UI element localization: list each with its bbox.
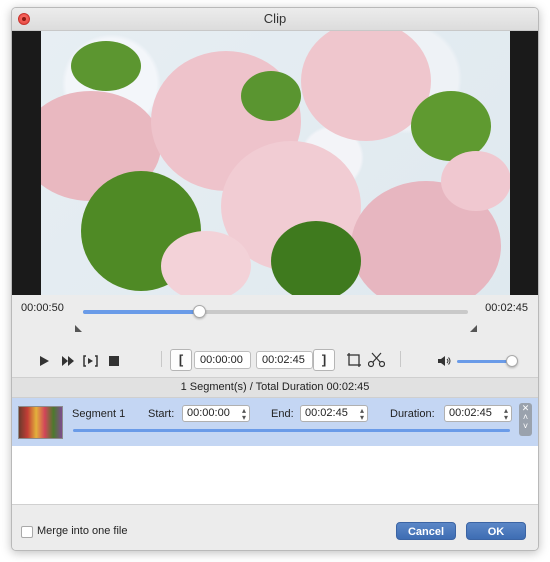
fast-forward-icon[interactable] [62,356,74,366]
merge-checkbox[interactable] [21,526,33,538]
stepper-icon[interactable]: ▴ ▾ [242,407,246,422]
segment-end-field[interactable]: 00:02:45 ▴ ▾ [300,405,368,422]
total-time: 00:02:45 [485,302,528,314]
segment-row[interactable]: Segment 1 Start: 00:00:00 ▴ ▾ End: 00:02:… [12,398,538,446]
stop-icon[interactable] [109,356,119,366]
close-window-icon[interactable] [18,13,30,25]
segment-start-value: 00:00:00 [187,407,230,419]
divider [161,351,162,367]
end-time-field[interactable]: 00:02:45 [256,351,313,369]
timeline-thumb[interactable] [192,305,206,318]
play-segment-icon[interactable] [83,355,98,367]
segment-end-value: 00:02:45 [305,407,348,419]
play-icon[interactable] [40,356,49,366]
clip-window: Clip 00:00:50 00:02:45 [00:00:00 00:02:… [11,7,539,551]
timeline-track[interactable] [83,305,468,318]
split-scissors-icon[interactable] [368,352,385,368]
set-start-button[interactable]: [ [170,349,192,371]
segment-list: Segment 1 Start: 00:00:00 ▴ ▾ End: 00:02:… [12,398,538,504]
segment-name: Segment 1 [72,408,126,420]
start-marker-icon[interactable] [75,325,82,332]
current-time: 00:00:50 [21,302,64,314]
playback-controls: [ 00:00:00 00:02:45 ] [12,339,538,377]
video-preview [12,31,538,295]
end-marker-icon[interactable] [470,325,477,332]
dialog-footer: Merge into one file Cancel OK [12,504,538,550]
stepper-icon[interactable]: ▴ ▾ [360,407,364,422]
segment-actions: ✕ ˄ ˅ [519,403,532,436]
stepper-icon[interactable]: ▴ ▾ [504,407,508,422]
segment-thumbnail [18,406,63,439]
set-end-button[interactable]: ] [313,349,335,371]
segment-duration-label: Duration: [390,408,435,420]
window-title: Clip [263,11,287,26]
preview-frame [41,31,510,295]
segment-duration-field[interactable]: 00:02:45 ▴ ▾ [444,405,512,422]
divider [400,351,401,367]
volume-icon[interactable] [438,355,452,367]
merge-label: Merge into one file [37,525,128,537]
segment-end-label: End: [271,408,294,420]
segment-start-field[interactable]: 00:00:00 ▴ ▾ [182,405,250,422]
volume-thumb[interactable] [506,355,518,367]
volume-slider[interactable] [457,360,510,363]
timeline-progress [83,310,199,314]
segments-summary: 1 Segment(s) / Total Duration 00:02:45 [12,377,538,398]
title-bar: Clip [12,8,538,31]
segment-start-label: Start: [148,408,175,420]
ok-button[interactable]: OK [466,522,526,540]
crop-icon[interactable] [347,353,361,367]
delete-segment-icon[interactable]: ✕ ˄ ˅ [519,404,532,431]
segment-duration-value: 00:02:45 [449,407,492,419]
segment-range-bar [73,429,510,432]
timeline: 00:00:50 00:02:45 [12,295,538,339]
start-time-field[interactable]: 00:00:00 [194,351,251,369]
cancel-button[interactable]: Cancel [396,522,456,540]
